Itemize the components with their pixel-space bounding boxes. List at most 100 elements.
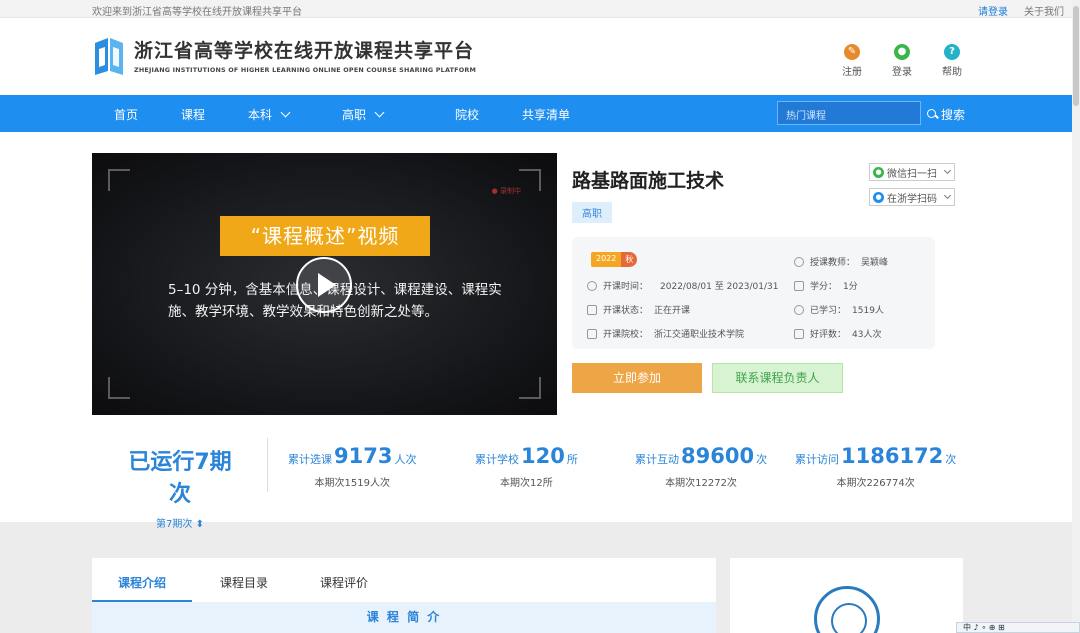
stat-school-sub: 本期次12所 xyxy=(500,478,553,489)
info-status: 开课状态： 正在开课 xyxy=(587,303,690,316)
welcome-text: 欢迎来到浙江省高等学校在线开放课程共享平台 xyxy=(92,7,302,18)
info-school: 开课院校： 浙江交通职业技术学院 xyxy=(587,327,744,340)
star-icon xyxy=(794,328,804,339)
credit-value: 1分 xyxy=(843,282,858,292)
share-wechat-dropdown[interactable]: ● 微信扫一扫 xyxy=(869,163,955,181)
stat-enroll-pre: 累计选课 xyxy=(288,453,332,466)
nav-undergrad-label: 本科 xyxy=(248,108,273,122)
run-count: 已运行7期次 第7期次 ⬍ xyxy=(118,444,242,530)
site-header: 浙江省高等学校在线开放课程共享平台 ZHEJIANG INSTITUTIONS … xyxy=(0,18,1080,95)
credit-label: 学分： xyxy=(810,282,838,292)
share-app-dropdown[interactable]: ● 在浙学扫码 xyxy=(869,188,955,206)
ime-tray-text: 中 ♪ ∘ ⊕ ⊞ xyxy=(963,623,1005,632)
school-value: 浙江交通职业技术学院 xyxy=(654,330,745,340)
stat-visit: 累计访问1186172 次 本期次226774次 xyxy=(795,444,956,489)
logo-book-icon xyxy=(92,35,126,75)
ime-tray[interactable]: 中 ♪ ∘ ⊕ ⊞ xyxy=(956,622,1080,633)
nav-schools-label: 院校 xyxy=(455,108,480,122)
nav-vocational[interactable]: 高职 xyxy=(342,106,385,123)
frame-corner xyxy=(108,377,130,399)
course-video-player[interactable]: ● 录制中 “课程概述”视频 5–10 分钟，含基本信息、课程设计、课程建设、课… xyxy=(92,153,557,415)
join-now-button[interactable]: 立即参加 xyxy=(572,363,702,393)
stat-interact-sub: 本期次12272次 xyxy=(665,478,737,489)
info-credit: 学分： 1分 xyxy=(794,279,858,292)
rating-value: 43人次 xyxy=(852,330,882,340)
stat-visit-unit: 次 xyxy=(945,453,957,466)
stat-visit-pre: 累计访问 xyxy=(795,453,839,466)
search-input[interactable]: 热门课程 xyxy=(777,101,921,125)
help-button[interactable]: ? 帮助 xyxy=(938,44,966,78)
frame-corner xyxy=(108,169,130,191)
share-app-label: 在浙学扫码 xyxy=(887,193,937,205)
contact-lead-button[interactable]: 联系课程负责人 xyxy=(712,363,843,393)
nav-undergrad[interactable]: 本科 xyxy=(248,106,291,123)
teacher-value: 吴颖峰 xyxy=(861,258,889,268)
play-icon[interactable] xyxy=(296,257,352,313)
nav-home[interactable]: 首页 xyxy=(114,106,138,123)
time-value: 2022/08/01 至 2023/01/31 xyxy=(660,282,779,292)
info-learned: 已学习： 1519人 xyxy=(794,303,884,316)
nav-share-list-label: 共享清单 xyxy=(522,108,571,122)
stat-interact: 累计互动89600 次 本期次12272次 xyxy=(635,444,767,489)
platform-title-en: ZHEJIANG INSTITUTIONS OF HIGHER LEARNING… xyxy=(134,66,477,74)
book-icon xyxy=(587,304,597,315)
clock-icon xyxy=(587,280,597,291)
please-login-link[interactable]: 请登录 xyxy=(978,3,1008,18)
teacher-label: 授课教师： xyxy=(810,258,856,268)
stack-icon xyxy=(794,280,804,291)
stat-visit-sub: 本期次226774次 xyxy=(836,478,915,489)
top-strip: 欢迎来到浙江省高等学校在线开放课程共享平台 请登录 关于我们 xyxy=(0,0,1080,18)
building-icon xyxy=(587,328,597,339)
help-label: 帮助 xyxy=(942,67,962,78)
tab-intro[interactable]: 课程介绍 xyxy=(118,574,166,591)
course-stats: 已运行7期次 第7期次 ⬍ 累计选课9173 人次 本期次1519人次 累计学校1… xyxy=(92,432,972,530)
login-button[interactable]: ● 登录 xyxy=(888,44,916,78)
platform-title: 浙江省高等学校在线开放课程共享平台 xyxy=(134,40,475,62)
info-rating: 好评数： 43人次 xyxy=(794,327,881,340)
stat-school: 累计学校120 所 本期次12所 xyxy=(475,444,578,489)
status-label: 开课状态： xyxy=(603,306,649,316)
stat-school-pre: 累计学校 xyxy=(475,453,519,466)
nav-vocational-label: 高职 xyxy=(342,108,367,122)
register-button[interactable]: ✎ 注册 xyxy=(838,44,866,78)
tab-review[interactable]: 课程评价 xyxy=(320,574,368,591)
chevron-down-icon xyxy=(374,107,385,118)
section-heading: 课 程 简 介 xyxy=(92,602,716,633)
chevron-down-icon xyxy=(943,191,952,200)
tab-catalog[interactable]: 课程目录 xyxy=(220,574,268,591)
nav-courses[interactable]: 课程 xyxy=(181,106,205,123)
help-icon: ? xyxy=(944,44,960,60)
search-button[interactable]: 搜索 xyxy=(927,106,965,123)
share-wechat-label: 微信扫一扫 xyxy=(887,168,937,180)
school-card xyxy=(730,558,963,633)
main-nav: 首页 课程 本科 高职 院校 共享清单 热门课程 搜索 xyxy=(0,95,1080,132)
info-time: 开课时间： 2022/08/01 至 2023/01/31 xyxy=(587,279,778,292)
nav-schools[interactable]: 院校 xyxy=(455,106,479,123)
scrollbar-thumb[interactable] xyxy=(1073,6,1079,106)
learned-value: 1519人 xyxy=(852,306,884,316)
stat-school-unit: 所 xyxy=(566,453,578,466)
stat-enroll: 累计选课9173 人次 本期次1519人次 xyxy=(288,444,416,489)
register-label: 注册 xyxy=(842,67,862,78)
school-label: 开课院校： xyxy=(603,330,649,340)
stat-interact-num: 89600 xyxy=(681,444,755,468)
user-icon: ● xyxy=(894,44,910,60)
video-banner: “课程概述”视频 xyxy=(220,216,430,256)
course-title: 路基路面施工技术 xyxy=(572,170,725,192)
chevron-down-icon xyxy=(943,166,952,175)
page-scrollbar[interactable] xyxy=(1072,0,1080,633)
school-seal-logo xyxy=(814,586,880,633)
logo-text: 浙江省高等学校在线开放课程共享平台 ZHEJIANG INSTITUTIONS … xyxy=(134,36,476,74)
nav-home-label: 首页 xyxy=(114,108,139,122)
status-value: 正在开课 xyxy=(654,306,691,316)
chevron-down-icon xyxy=(280,107,291,118)
term-selector[interactable]: 第7期次 ⬍ xyxy=(118,515,242,530)
course-level-tag: 高职 xyxy=(572,202,612,223)
frame-corner xyxy=(519,377,541,399)
about-us-link[interactable]: 关于我们 xyxy=(1024,3,1064,18)
site-logo[interactable]: 浙江省高等学校在线开放课程共享平台 ZHEJIANG INSTITUTIONS … xyxy=(92,35,476,75)
learned-label: 已学习： xyxy=(810,306,847,316)
nav-share-list[interactable]: 共享清单 xyxy=(522,106,570,123)
header-actions: ✎ 注册 ● 登录 ? 帮助 xyxy=(838,44,966,78)
search-button-label: 搜索 xyxy=(941,108,966,122)
